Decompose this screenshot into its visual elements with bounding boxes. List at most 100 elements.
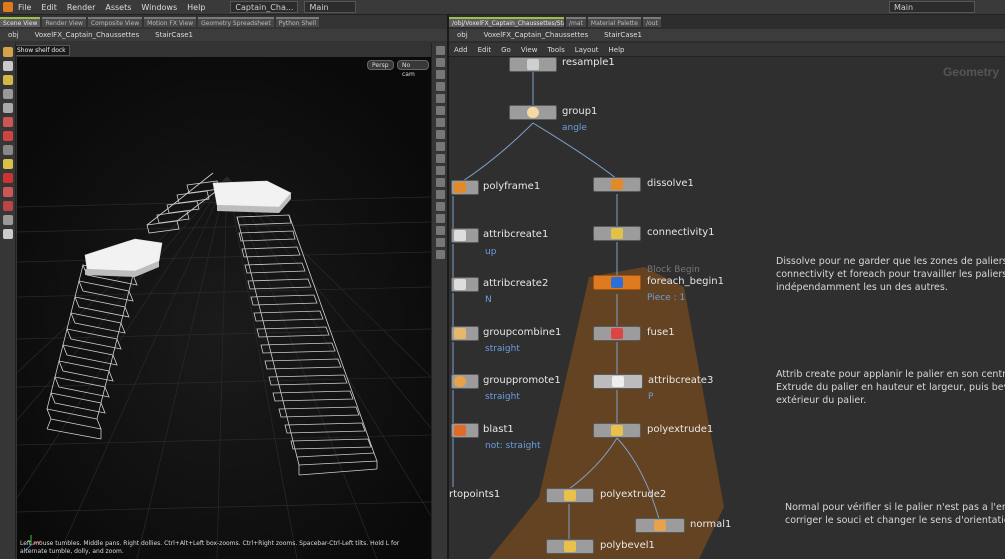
tab-composite-view[interactable]: Composite View bbox=[87, 17, 143, 27]
network-canvas[interactable]: Geometry Block Begin resample1 group1 an… bbox=[449, 57, 1005, 559]
scale-tool-icon[interactable] bbox=[3, 131, 13, 141]
block-begin-label: Block Begin bbox=[647, 265, 700, 275]
perspective-menu-button[interactable]: Persp bbox=[367, 60, 394, 70]
show-shelf-dock-button[interactable]: Show shelf dock bbox=[13, 44, 70, 56]
dissolve-icon bbox=[611, 179, 623, 190]
tab-geometry-spreadsheet[interactable]: Geometry Spreadsheet bbox=[198, 17, 274, 27]
display-option-icon-1[interactable] bbox=[436, 46, 445, 55]
network-menu: Add Edit Go View Tools Layout Help bbox=[449, 43, 1005, 57]
node-polyextrude2[interactable] bbox=[546, 488, 594, 503]
camera-tool-icon[interactable] bbox=[3, 229, 13, 239]
magnet-tool-icon[interactable] bbox=[3, 173, 13, 183]
tab-out[interactable]: /out bbox=[642, 17, 661, 27]
desktop-selector[interactable]: Captain_Cha... bbox=[230, 1, 299, 13]
node-attribcreate2[interactable] bbox=[451, 277, 479, 292]
sticky-note-2[interactable]: Attrib create pour applanir le palier en… bbox=[776, 368, 1005, 407]
tab-python-shell[interactable]: Python Shell bbox=[275, 17, 320, 27]
display-option-icon-8[interactable] bbox=[436, 130, 445, 139]
menu-render[interactable]: Render bbox=[62, 3, 100, 12]
rpath-staircase[interactable]: StairCase1 bbox=[596, 31, 650, 39]
view-tool-icon[interactable] bbox=[3, 61, 13, 71]
menu-add[interactable]: Add bbox=[449, 46, 473, 54]
move-tool-icon[interactable] bbox=[3, 103, 13, 113]
tab-mat[interactable]: /mat bbox=[566, 17, 586, 27]
3d-viewport[interactable]: Persp No cam bbox=[17, 57, 431, 559]
menu-help[interactable]: Help bbox=[182, 3, 210, 12]
display-option-icon-12[interactable] bbox=[436, 178, 445, 187]
sculpt-tool-icon[interactable] bbox=[3, 201, 13, 211]
note1-line1: Dissolve pour ne garder que les zones de… bbox=[776, 256, 1005, 267]
path-staircase[interactable]: StairCase1 bbox=[147, 31, 201, 39]
display-option-icon-3[interactable] bbox=[436, 70, 445, 79]
node-sub-foreach-begin1: Piece : 1 bbox=[647, 293, 686, 303]
sticky-note-3[interactable]: Normal pour vérifier si le palier n'est … bbox=[785, 501, 1005, 527]
path-obj[interactable]: obj bbox=[0, 31, 27, 39]
tab-motion-fx-view[interactable]: Motion FX View bbox=[144, 17, 197, 27]
display-option-icon-7[interactable] bbox=[436, 118, 445, 127]
display-option-icon-16[interactable] bbox=[436, 226, 445, 235]
node-label-polyframe1: polyframe1 bbox=[483, 181, 541, 192]
display-option-icon-18[interactable] bbox=[436, 250, 445, 259]
path-voxelfx[interactable]: VoxelFX_Captain_Chaussettes bbox=[27, 31, 147, 39]
menu-windows[interactable]: Windows bbox=[136, 3, 182, 12]
rotate-tool-icon[interactable] bbox=[3, 117, 13, 127]
note2-line1: Attrib create pour applanir le palier en… bbox=[776, 369, 1005, 380]
node-connectivity1[interactable] bbox=[593, 226, 641, 241]
node-attribcreate1[interactable] bbox=[451, 228, 479, 243]
menu-assets[interactable]: Assets bbox=[100, 3, 136, 12]
handle-tool-icon[interactable] bbox=[3, 75, 13, 85]
display-option-icon-15[interactable] bbox=[436, 214, 445, 223]
display-option-icon-5[interactable] bbox=[436, 94, 445, 103]
rpath-obj[interactable]: obj bbox=[449, 31, 476, 39]
node-grouppromote1[interactable] bbox=[451, 374, 479, 389]
right-main-selector[interactable]: Main bbox=[889, 1, 975, 13]
node-label-polybevel1: polybevel1 bbox=[600, 540, 655, 551]
menu-edit[interactable]: Edit bbox=[36, 3, 62, 12]
left-tool-strip bbox=[0, 43, 16, 559]
sticky-note-1[interactable]: Dissolve pour ne garder que les zones de… bbox=[776, 255, 1005, 294]
node-fuse1[interactable] bbox=[593, 326, 641, 341]
menu-edit-net[interactable]: Edit bbox=[473, 46, 497, 54]
node-blast1[interactable] bbox=[451, 423, 479, 438]
display-option-icon-6[interactable] bbox=[436, 106, 445, 115]
node-resample1[interactable] bbox=[509, 57, 557, 72]
display-option-icon-13[interactable] bbox=[436, 190, 445, 199]
menu-tools[interactable]: Tools bbox=[542, 46, 569, 54]
node-polybevel1[interactable] bbox=[546, 539, 594, 554]
menu-layout[interactable]: Layout bbox=[570, 46, 604, 54]
snap-tool-icon[interactable] bbox=[3, 159, 13, 169]
menu-go[interactable]: Go bbox=[496, 46, 516, 54]
display-tool-icon[interactable] bbox=[3, 215, 13, 225]
pose-tool-icon[interactable] bbox=[3, 89, 13, 99]
node-foreach-begin1[interactable] bbox=[593, 275, 641, 290]
node-group1[interactable] bbox=[509, 105, 557, 120]
tab-scene-view[interactable]: Scene View bbox=[0, 17, 41, 27]
node-attribcreate3[interactable] bbox=[593, 374, 643, 389]
node-groupcombine1[interactable] bbox=[451, 326, 479, 341]
rpath-voxelfx[interactable]: VoxelFX_Captain_Chaussettes bbox=[476, 31, 596, 39]
display-option-icon-17[interactable] bbox=[436, 238, 445, 247]
display-option-icon-14[interactable] bbox=[436, 202, 445, 211]
select-tool-icon[interactable] bbox=[3, 47, 13, 57]
node-normal1[interactable] bbox=[635, 518, 685, 533]
paint-tool-icon[interactable] bbox=[3, 187, 13, 197]
camera-menu-button[interactable]: No cam bbox=[397, 60, 429, 78]
menu-file[interactable]: File bbox=[13, 3, 36, 12]
display-option-icon-10[interactable] bbox=[436, 154, 445, 163]
menu-help-net[interactable]: Help bbox=[604, 46, 630, 54]
display-option-icon-4[interactable] bbox=[436, 82, 445, 91]
main-selector[interactable]: Main bbox=[304, 1, 357, 13]
node-dissolve1[interactable] bbox=[593, 177, 641, 192]
display-option-icon-11[interactable] bbox=[436, 166, 445, 175]
right-main-label: Main bbox=[894, 2, 914, 12]
tab-render-view[interactable]: Render View bbox=[42, 17, 86, 27]
tab-network-path[interactable]: /obj/VoxelFX_Captain_Chaussettes/StairCa bbox=[449, 17, 564, 27]
menu-view[interactable]: View bbox=[516, 46, 543, 54]
node-polyframe1[interactable] bbox=[451, 180, 479, 195]
tab-material-palette[interactable]: Material Palette bbox=[587, 17, 641, 27]
transform-tool-icon[interactable] bbox=[3, 145, 13, 155]
polyextrude-icon bbox=[564, 490, 576, 501]
display-option-icon-2[interactable] bbox=[436, 58, 445, 67]
node-polyextrude1[interactable] bbox=[593, 423, 641, 438]
display-option-icon-9[interactable] bbox=[436, 142, 445, 151]
